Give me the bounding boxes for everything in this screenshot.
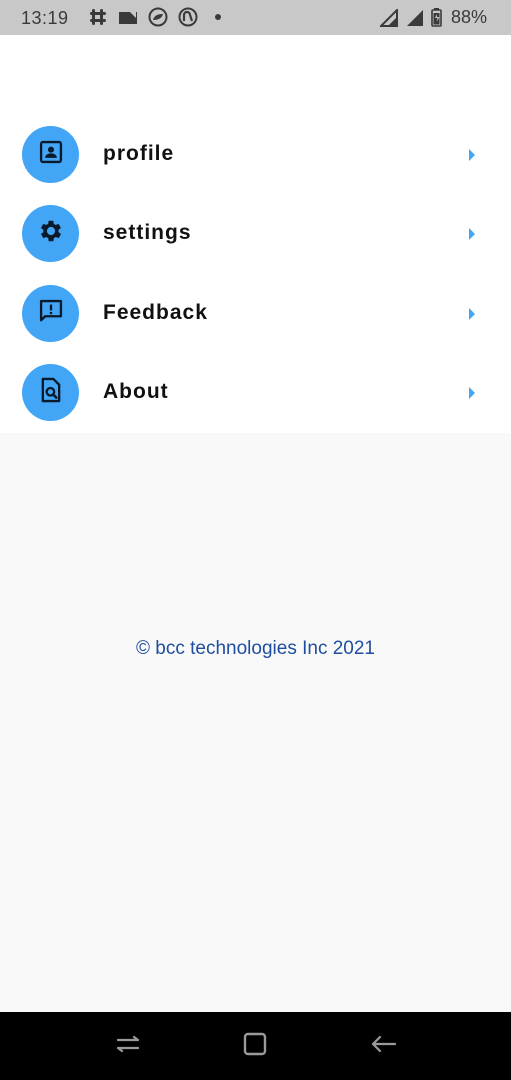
cloud-icon: [148, 7, 168, 27]
feedback-icon-circle: [22, 285, 79, 342]
profile-icon-circle: [22, 126, 79, 183]
chevron-right-icon: [467, 227, 477, 241]
notification-icons: [88, 7, 228, 27]
gear-icon: [37, 217, 65, 250]
about-icon-circle: [22, 364, 79, 421]
battery-icon: [431, 8, 443, 28]
back-arrow-icon: [369, 1033, 397, 1060]
copyright-text: © bcc technologies Inc 2021: [136, 638, 375, 659]
home-button[interactable]: [240, 1032, 270, 1060]
status-bar: 13:19 88%: [0, 0, 511, 35]
signal-icon: [379, 8, 399, 28]
chevron-right-icon: [467, 386, 477, 400]
home-icon: [242, 1031, 268, 1062]
status-time: 13:19: [21, 8, 69, 28]
system-status: 88%: [379, 7, 487, 28]
battery-percentage: 88%: [450, 7, 487, 27]
menu-item-profile[interactable]: profile: [0, 126, 511, 198]
menu-item-feedback[interactable]: Feedback: [0, 285, 511, 357]
menu-item-settings[interactable]: settings: [0, 205, 511, 277]
recents-icon: [114, 1033, 142, 1060]
menu-label-profile: profile: [103, 142, 175, 165]
sync-icon: [178, 7, 198, 27]
menu-label-about: About: [103, 380, 169, 403]
back-button[interactable]: [368, 1032, 398, 1060]
document-search-icon: [37, 376, 65, 409]
slack-icon: [88, 7, 108, 27]
dot-icon: [208, 7, 228, 27]
signal-icon: [405, 8, 425, 28]
menu-label-settings: settings: [103, 221, 192, 244]
recents-button[interactable]: [113, 1032, 143, 1060]
profile-icon: [37, 138, 65, 171]
menu-label-feedback: Feedback: [103, 301, 208, 324]
menu-item-about[interactable]: About: [0, 364, 511, 436]
settings-icon-circle: [22, 205, 79, 262]
feedback-icon: [37, 297, 65, 330]
chevron-right-icon: [467, 148, 477, 162]
tape-icon: [118, 7, 138, 27]
navigation-bar: [0, 1012, 511, 1080]
chevron-right-icon: [467, 307, 477, 321]
